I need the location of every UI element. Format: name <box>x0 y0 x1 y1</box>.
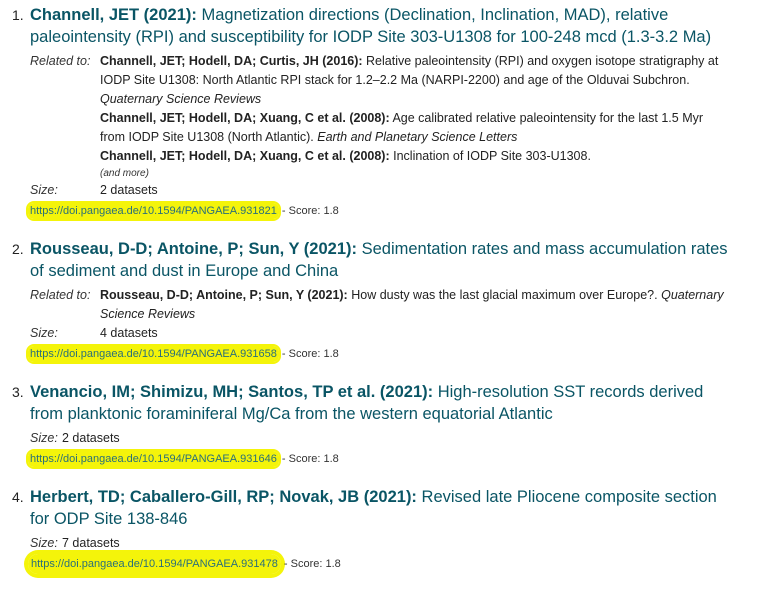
related-label: Related to: <box>30 54 91 68</box>
highlight-mark: https://doi.pangaea.de/10.1594/PANGAEA.9… <box>28 451 279 467</box>
result-title-link[interactable]: Channell, JET (2021): Magnetization dire… <box>30 6 711 46</box>
score: - Score: 1.8 <box>278 348 339 360</box>
doi-line: https://doi.pangaea.de/10.1594/PANGAEA.9… <box>28 203 750 219</box>
doi-line: https://doi.pangaea.de/10.1594/PANGAEA.9… <box>28 451 750 467</box>
result-number: 2. <box>12 241 24 257</box>
related-item[interactable]: Channell, JET; Hodell, DA; Xuang, C et a… <box>100 147 730 166</box>
doi-line: https://doi.pangaea.de/10.1594/PANGAEA.9… <box>28 346 750 362</box>
result-number: 1. <box>12 7 24 23</box>
result-authors: Rousseau, D-D; Antoine, P; Sun, Y (2021)… <box>30 240 357 258</box>
result-title-link[interactable]: Venancio, IM; Shimizu, MH; Santos, TP et… <box>30 383 703 423</box>
result-number: 3. <box>12 384 24 400</box>
search-result-3: 3. Venancio, IM; Shimizu, MH; Santos, TP… <box>0 381 750 467</box>
result-authors: Herbert, TD; Caballero-Gill, RP; Novak, … <box>30 488 417 506</box>
size-label: Size: <box>30 183 58 197</box>
doi-link[interactable]: https://doi.pangaea.de/10.1594/PANGAEA.9… <box>30 205 277 217</box>
result-authors: Channell, JET (2021): <box>30 6 197 24</box>
doi-line: https://doi.pangaea.de/10.1594/PANGAEA.9… <box>28 554 750 574</box>
related-item[interactable]: Channell, JET; Hodell, DA; Curtis, JH (2… <box>100 52 730 109</box>
result-meta: Related to: Channell, JET; Hodell, DA; C… <box>30 52 750 200</box>
result-title[interactable]: Venancio, IM; Shimizu, MH; Santos, TP et… <box>30 381 730 425</box>
result-title[interactable]: Rousseau, D-D; Antoine, P; Sun, Y (2021)… <box>30 238 730 282</box>
result-title-link[interactable]: Herbert, TD; Caballero-Gill, RP; Novak, … <box>30 488 717 528</box>
related-item[interactable]: Rousseau, D-D; Antoine, P; Sun, Y (2021)… <box>100 286 730 324</box>
result-title[interactable]: Channell, JET (2021): Magnetization dire… <box>30 4 730 48</box>
result-meta: Related to: Rousseau, D-D; Antoine, P; S… <box>30 286 750 343</box>
result-authors: Venancio, IM; Shimizu, MH; Santos, TP et… <box>30 383 434 401</box>
size-label: Size: <box>30 326 58 340</box>
related-item[interactable]: Channell, JET; Hodell, DA; Xuang, C et a… <box>100 109 730 147</box>
result-meta: Size: 2 datasets <box>30 429 750 448</box>
size-value: 7 datasets <box>62 536 120 550</box>
doi-link[interactable]: https://doi.pangaea.de/10.1594/PANGAEA.9… <box>30 453 277 465</box>
highlight-mark: https://doi.pangaea.de/10.1594/PANGAEA.9… <box>28 346 279 362</box>
size-value: 4 datasets <box>100 326 158 340</box>
score: - Score: 1.8 <box>278 205 339 217</box>
search-result-2: 2. Rousseau, D-D; Antoine, P; Sun, Y (20… <box>0 238 750 362</box>
size-value: 2 datasets <box>100 183 158 197</box>
doi-link[interactable]: https://doi.pangaea.de/10.1594/PANGAEA.9… <box>31 558 278 570</box>
size-value: 2 datasets <box>62 431 120 445</box>
score: - Score: 1.8 <box>280 558 341 570</box>
related-list: Rousseau, D-D; Antoine, P; Sun, Y (2021)… <box>100 286 750 324</box>
search-result-1: 1. Channell, JET (2021): Magnetization d… <box>0 4 750 219</box>
highlight-mark: https://doi.pangaea.de/10.1594/PANGAEA.9… <box>28 554 281 574</box>
related-label: Related to: <box>30 288 91 302</box>
and-more-link[interactable]: (and more) <box>100 166 730 181</box>
doi-link[interactable]: https://doi.pangaea.de/10.1594/PANGAEA.9… <box>30 348 277 360</box>
search-result-4: 4. Herbert, TD; Caballero-Gill, RP; Nova… <box>0 486 750 574</box>
score: - Score: 1.8 <box>278 453 339 465</box>
result-meta: Size: 7 datasets <box>30 534 750 553</box>
result-title[interactable]: Herbert, TD; Caballero-Gill, RP; Novak, … <box>30 486 730 530</box>
related-list: Channell, JET; Hodell, DA; Curtis, JH (2… <box>100 52 750 181</box>
size-label: Size: <box>30 431 58 445</box>
highlight-mark: https://doi.pangaea.de/10.1594/PANGAEA.9… <box>28 203 279 219</box>
result-number: 4. <box>12 489 24 505</box>
size-label: Size: <box>30 536 58 550</box>
result-title-link[interactable]: Rousseau, D-D; Antoine, P; Sun, Y (2021)… <box>30 240 728 280</box>
